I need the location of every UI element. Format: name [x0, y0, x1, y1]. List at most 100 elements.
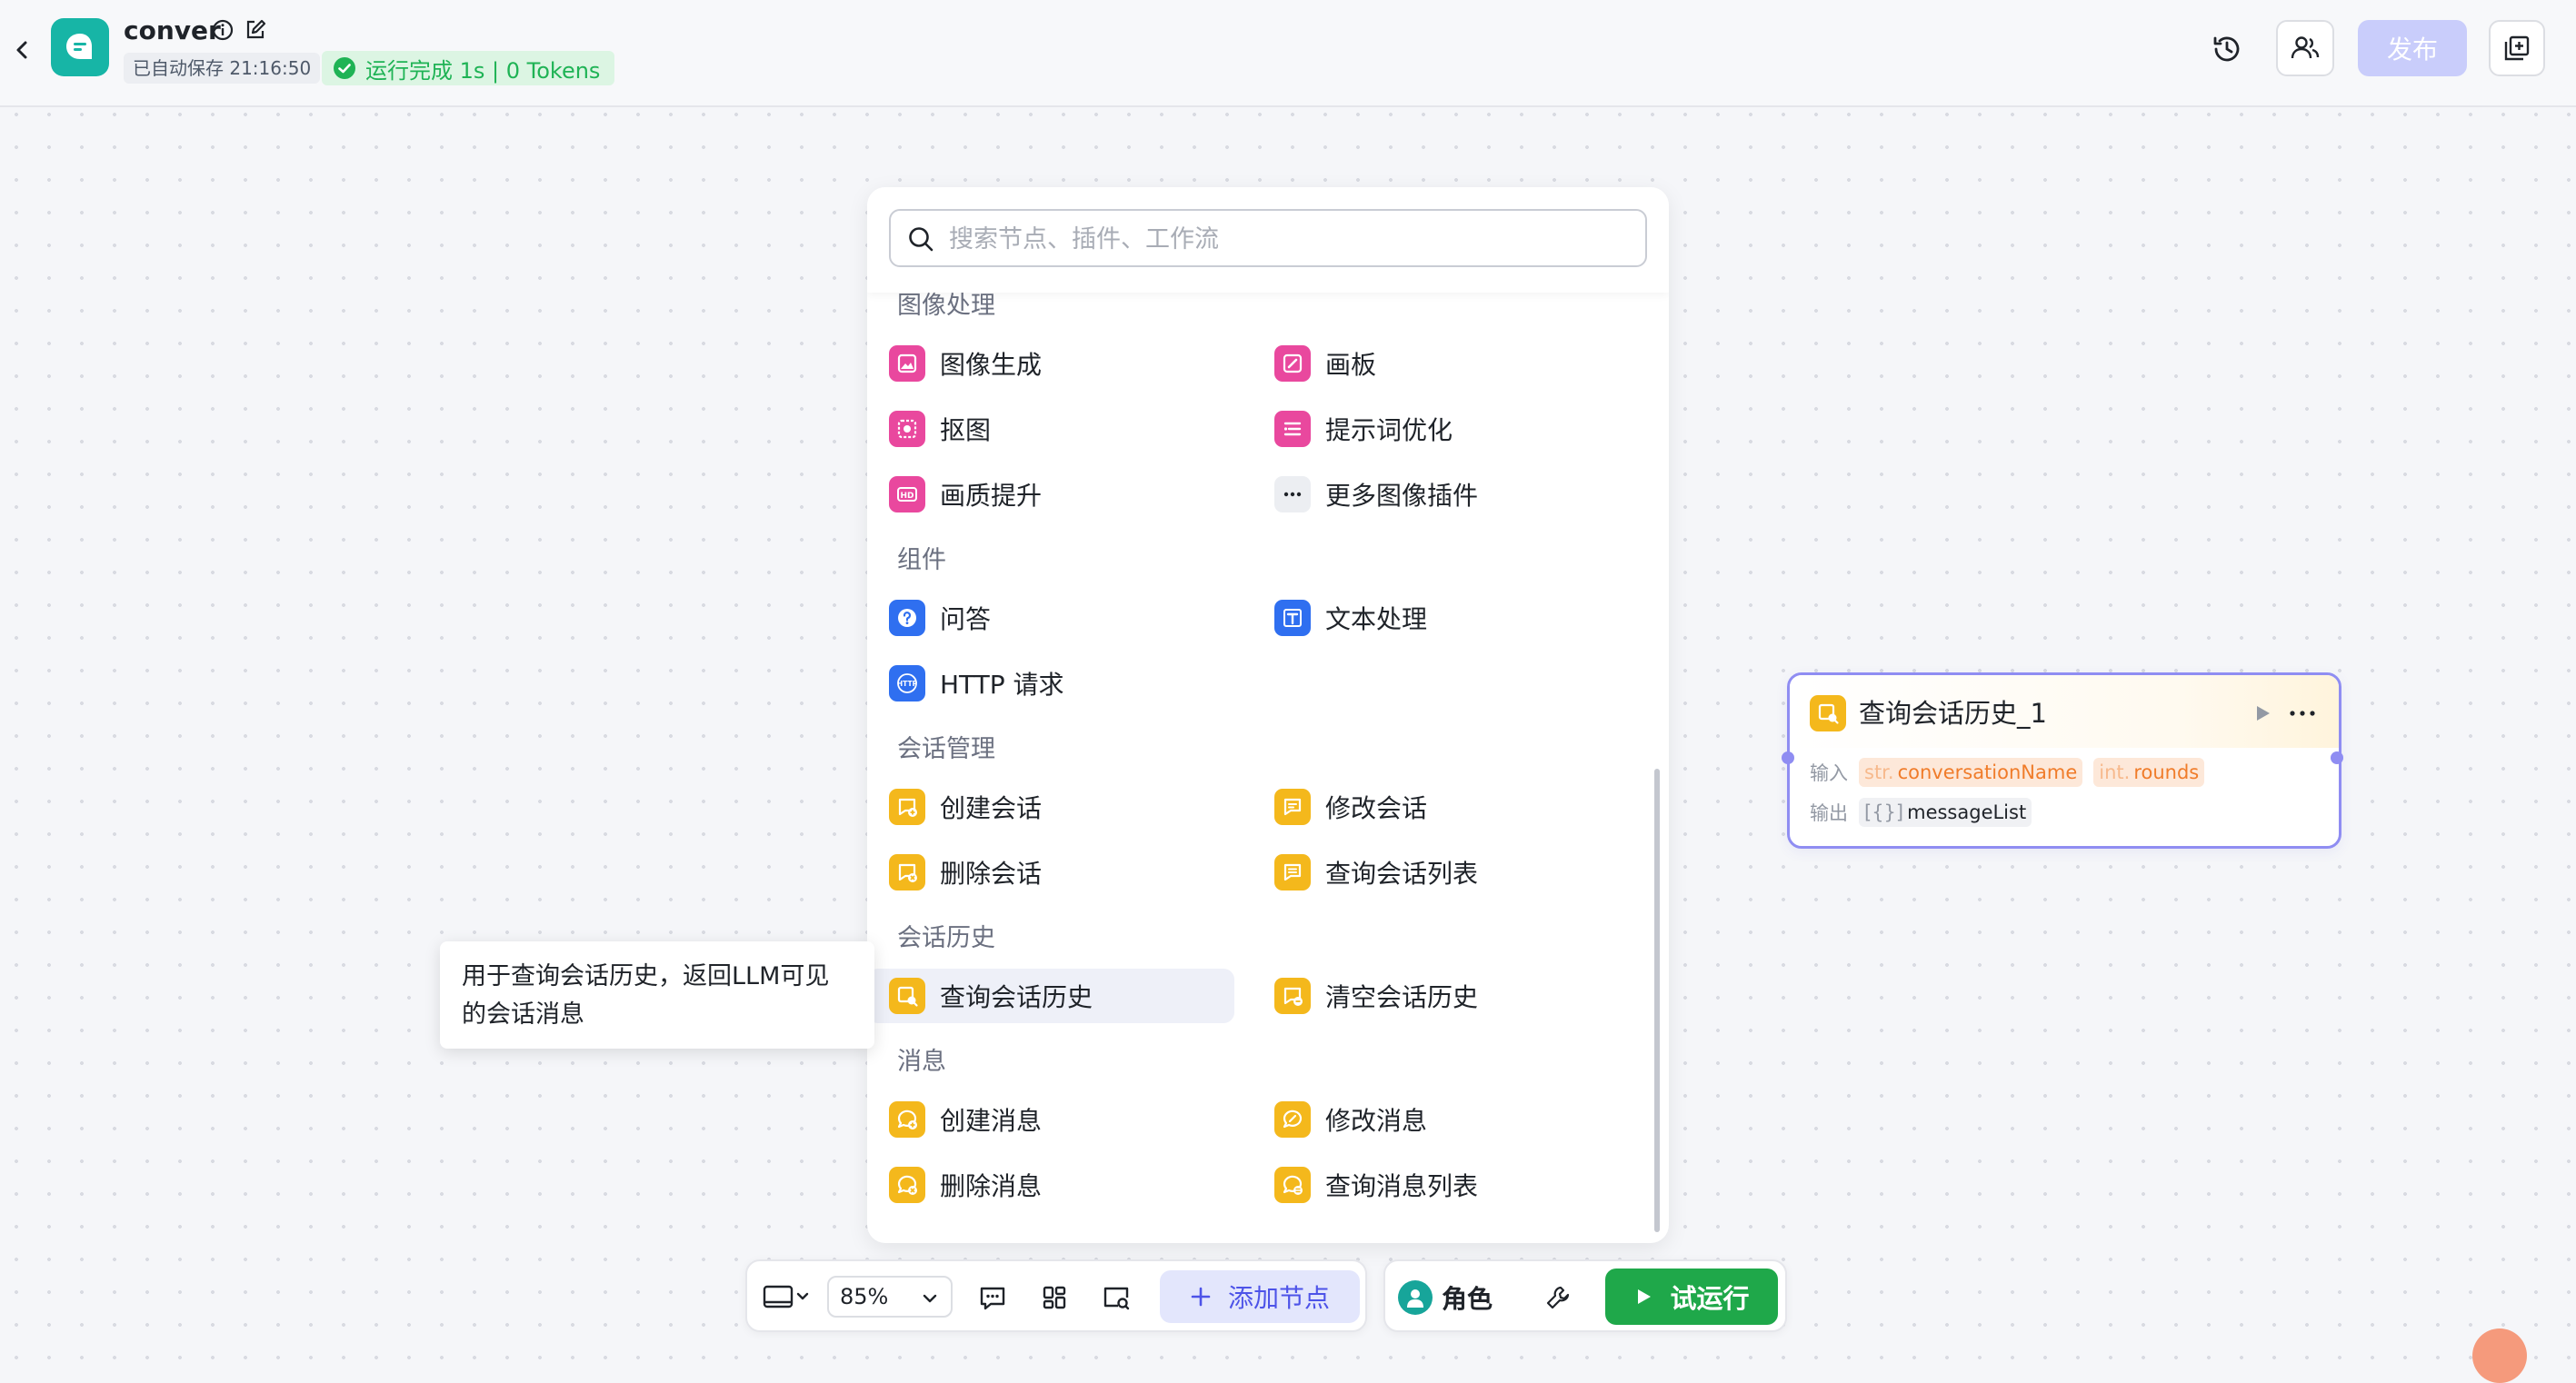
conversation-create[interactable]: 创建会话	[867, 780, 1234, 834]
play-icon	[1638, 1289, 1652, 1304]
message-edit[interactable]: 修改消息	[1253, 1092, 1620, 1147]
edit-conversation-icon	[1274, 789, 1311, 825]
node-description-tooltip: 用于查询会话历史，返回LLM可见的会话消息	[440, 941, 874, 1049]
canvas-toolbar: 85% 添加节点	[745, 1259, 1367, 1332]
output-port[interactable]	[2331, 751, 2343, 764]
search-box[interactable]	[889, 209, 1647, 267]
list-conversation-icon	[1274, 854, 1311, 890]
svg-text:HD: HD	[900, 492, 914, 501]
search-area	[867, 187, 1669, 293]
delete-conversation-icon	[889, 854, 925, 890]
panel-scrollbar[interactable]	[1654, 769, 1660, 1232]
test-run-label: 试运行	[1670, 1283, 1750, 1314]
more-dots-icon	[1274, 476, 1311, 512]
component-text-process[interactable]: 文本处理	[1253, 591, 1620, 645]
conversation-list[interactable]: 查询会话列表	[1253, 845, 1620, 900]
input-param-tag: str. conversationName	[1859, 758, 2083, 787]
query-history-icon	[889, 978, 925, 1014]
input-label: 输入	[1810, 762, 1848, 784]
add-node-label: 添加节点	[1227, 1283, 1330, 1313]
play-icon[interactable]	[2252, 702, 2273, 724]
role-label: 角色	[1442, 1284, 1493, 1314]
clear-history-icon	[1274, 978, 1311, 1014]
plugin-more-image[interactable]: 更多图像插件	[1253, 467, 1620, 522]
autosave-status: 已自动保存 21:16:50	[124, 53, 321, 84]
message-delete[interactable]: 删除消息	[867, 1158, 1234, 1212]
run-toolbar: 角色 试运行	[1383, 1259, 1787, 1332]
back-arrow-icon[interactable]	[7, 35, 38, 65]
category-messages: 消息	[897, 1048, 946, 1076]
add-node-button[interactable]: 添加节点	[1160, 1270, 1360, 1323]
input-param-tag: int. rounds	[2093, 758, 2205, 787]
auto-layout-button[interactable]	[1034, 1278, 1074, 1318]
category-conversation-history: 会话历史	[897, 924, 995, 952]
component-http-request[interactable]: HTTP HTTP 请求	[867, 656, 1234, 711]
window-toggle-button[interactable]	[2489, 20, 2545, 76]
history-icon[interactable]	[2209, 31, 2245, 67]
app-title: conver	[124, 15, 221, 45]
prompt-optimize-icon	[1274, 411, 1311, 447]
http-icon: HTTP	[889, 665, 925, 701]
role-button[interactable]: 角色	[1398, 1274, 1493, 1321]
message-list[interactable]: 查询消息列表	[1253, 1158, 1620, 1212]
info-icon[interactable]	[211, 18, 235, 42]
create-conversation-icon	[889, 789, 925, 825]
comment-button[interactable]	[973, 1278, 1013, 1318]
test-run-button[interactable]: 试运行	[1605, 1269, 1778, 1325]
plugin-cutout[interactable]: 抠图	[867, 402, 1234, 456]
node-title: 查询会话历史_1	[1859, 698, 2047, 729]
canvas-board-icon	[1274, 345, 1311, 382]
plus-icon	[1191, 1287, 1211, 1307]
publish-button[interactable]: 发布	[2358, 20, 2467, 76]
create-message-icon	[889, 1101, 925, 1138]
minimap-icon	[1103, 1287, 1130, 1310]
debug-tools-button[interactable]	[1538, 1278, 1578, 1318]
collaborators-button[interactable]	[2276, 20, 2334, 76]
interaction-mode-button[interactable]	[760, 1278, 814, 1316]
hd-enhance-icon: HD	[889, 476, 925, 512]
output-label: 输出	[1810, 802, 1848, 824]
list-message-icon	[1274, 1167, 1311, 1203]
question-icon	[889, 600, 925, 636]
plugin-image-generate[interactable]: 图像生成	[867, 336, 1234, 391]
search-input[interactable]	[947, 218, 1623, 260]
output-param-tag: [{}] messageList	[1859, 798, 2032, 827]
message-create[interactable]: 创建消息	[867, 1092, 1234, 1147]
wrench-icon	[1546, 1286, 1570, 1309]
minimap-button[interactable]	[1096, 1278, 1136, 1318]
plugin-hd-enhance[interactable]: HD 画质提升	[867, 467, 1234, 522]
node-outputs-row: 输出 [{}] messageList	[1810, 797, 2032, 828]
plugin-canvas-board[interactable]: 画板	[1253, 336, 1620, 391]
zoom-value: 85%	[840, 1284, 889, 1309]
image-generate-icon	[889, 345, 925, 382]
query-history-icon	[1810, 695, 1846, 731]
component-qa[interactable]: 问答	[867, 591, 1234, 645]
node-inputs-row: 输入 str. conversationName int. rounds	[1810, 757, 2205, 788]
zoom-select[interactable]: 85%	[827, 1276, 953, 1318]
edit-message-icon	[1274, 1101, 1311, 1138]
comment-icon	[980, 1287, 1005, 1310]
node-picker-panel: 图像处理 图像生成 画板 抠图 提示词优化 HD 画质提升 更多图像插件 组件 …	[867, 187, 1669, 1243]
run-status-badge: 运行完成 1s | 0 Tokens	[322, 51, 615, 85]
more-dots-icon[interactable]	[2288, 702, 2317, 724]
touchpad-icon	[763, 1285, 809, 1308]
user-icon	[1407, 1289, 1423, 1308]
chevron-down-icon	[923, 1294, 937, 1303]
assistant-bubble[interactable]	[2472, 1328, 2527, 1383]
app-logo-icon	[51, 18, 109, 76]
node-header: 查询会话历史_1	[1790, 675, 2339, 748]
workflow-node-query-history[interactable]: 查询会话历史_1 输入 str. conversationName int. rou…	[1782, 672, 2343, 849]
avatar	[1398, 1280, 1433, 1315]
history-clear[interactable]: 清空会话历史	[1253, 969, 1620, 1023]
conversation-edit[interactable]: 修改会话	[1253, 780, 1620, 834]
category-components: 组件	[897, 546, 946, 574]
category-conversation-management: 会话管理	[897, 735, 995, 763]
category-image-processing: 图像处理	[897, 292, 995, 320]
conversation-delete[interactable]: 删除会话	[867, 845, 1234, 900]
run-status-text: 运行完成 1s | 0 Tokens	[365, 57, 601, 84]
input-port[interactable]	[1782, 751, 1794, 764]
edit-icon[interactable]	[244, 18, 267, 42]
history-query[interactable]: 查询会话历史	[867, 969, 1234, 1023]
plugin-prompt-optimize[interactable]: 提示词优化	[1253, 402, 1620, 456]
add-window-icon	[2504, 35, 2530, 61]
